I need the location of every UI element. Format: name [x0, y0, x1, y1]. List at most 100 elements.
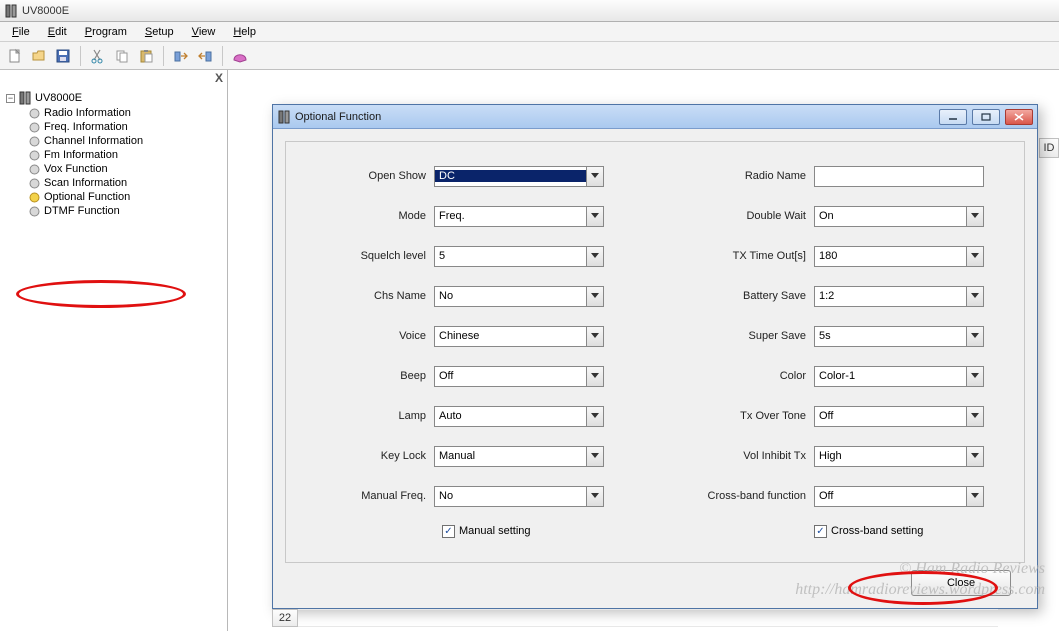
cross-band-function-label: Cross-band function [684, 490, 814, 502]
open-show-dropdown[interactable]: DC [434, 166, 604, 187]
color-label: Color [684, 370, 814, 382]
tx-over-tone-dropdown[interactable]: Off [814, 406, 984, 427]
battery-save-dropdown[interactable]: 1:2 [814, 286, 984, 307]
tree-node-label: Optional Function [44, 191, 130, 203]
mode-dropdown[interactable]: Freq. [434, 206, 604, 227]
node-icon [28, 107, 40, 119]
double-wait-dropdown[interactable]: On [814, 206, 984, 227]
super-save-dropdown[interactable]: 5s [814, 326, 984, 347]
toolbar-help-icon[interactable] [229, 45, 251, 67]
tx-over-tone-label: Tx Over Tone [684, 410, 814, 422]
tree-node-channel-information[interactable]: Channel Information [26, 134, 223, 148]
node-icon [28, 163, 40, 175]
app-title: UV8000E [22, 5, 69, 17]
dropdown-arrow-icon[interactable] [586, 247, 603, 266]
manual-freq-dropdown[interactable]: No [434, 486, 604, 507]
maximize-button[interactable] [972, 109, 1000, 125]
voice-value: Chinese [435, 330, 586, 342]
sidebar: X − UV8000E Radio Information Freq. Info… [0, 70, 228, 631]
mode-value: Freq. [435, 210, 586, 222]
dropdown-arrow-icon[interactable] [966, 367, 983, 386]
dropdown-arrow-icon[interactable] [966, 327, 983, 346]
lamp-dropdown[interactable]: Auto [434, 406, 604, 427]
menu-view[interactable]: View [184, 24, 224, 40]
toolbar-cut-icon[interactable] [87, 45, 109, 67]
dropdown-arrow-icon[interactable] [586, 487, 603, 506]
cross-band-setting-checkbox[interactable]: ✓ [814, 525, 827, 538]
dropdown-arrow-icon[interactable] [586, 367, 603, 386]
squelch-level-dropdown[interactable]: 5 [434, 246, 604, 267]
app-icon [4, 4, 18, 18]
tree-node-fm-information[interactable]: Fm Information [26, 148, 223, 162]
vol-inhibit-tx-value: High [815, 450, 966, 462]
open-show-label: Open Show [304, 170, 434, 182]
dropdown-arrow-icon[interactable] [966, 407, 983, 426]
tree-node-dtmf-function[interactable]: DTMF Function [26, 204, 223, 218]
color-dropdown[interactable]: Color-1 [814, 366, 984, 387]
menu-program[interactable]: Program [77, 24, 135, 40]
toolbar-open-icon[interactable] [28, 45, 50, 67]
child-window-titlebar[interactable]: Optional Function [273, 105, 1037, 129]
tree-collapse-icon[interactable]: − [6, 94, 15, 103]
double-wait-label: Double Wait [684, 210, 814, 222]
menu-setup[interactable]: Setup [137, 24, 182, 40]
toolbar-read-icon[interactable] [170, 45, 192, 67]
dropdown-arrow-icon[interactable] [586, 407, 603, 426]
close-window-button[interactable] [1005, 109, 1033, 125]
app-titlebar: UV8000E [0, 0, 1059, 22]
dropdown-arrow-icon[interactable] [586, 447, 603, 466]
menu-help[interactable]: Help [225, 24, 264, 40]
node-icon [28, 149, 40, 161]
grid-row-header[interactable]: 22 [272, 609, 298, 627]
dropdown-arrow-icon[interactable] [966, 287, 983, 306]
grid-row-body[interactable] [298, 609, 998, 627]
vol-inhibit-tx-label: Vol Inhibit Tx [684, 450, 814, 462]
toolbar-separator [163, 46, 164, 66]
tx-timeout-label: TX Time Out[s] [684, 250, 814, 262]
toolbar-copy-icon[interactable] [111, 45, 133, 67]
toolbar-new-icon[interactable] [4, 45, 26, 67]
radio-device-icon [18, 91, 32, 105]
sidebar-close-button[interactable]: X [215, 71, 223, 85]
dropdown-arrow-icon[interactable] [966, 247, 983, 266]
toolbar-paste-icon[interactable] [135, 45, 157, 67]
tree-node-vox-function[interactable]: Vox Function [26, 162, 223, 176]
tree-node-optional-function[interactable]: Optional Function [26, 190, 223, 204]
vol-inhibit-tx-dropdown[interactable]: High [814, 446, 984, 467]
close-button[interactable]: Close [911, 570, 1011, 596]
dropdown-arrow-icon[interactable] [586, 207, 603, 226]
minimize-button[interactable] [939, 109, 967, 125]
tree-node-radio-information[interactable]: Radio Information [26, 106, 223, 120]
dropdown-arrow-icon[interactable] [966, 207, 983, 226]
cross-band-function-dropdown[interactable]: Off [814, 486, 984, 507]
beep-dropdown[interactable]: Off [434, 366, 604, 387]
manual-freq-value: No [435, 490, 586, 502]
tree-root-node[interactable]: − UV8000E [4, 90, 223, 106]
chs-name-label: Chs Name [304, 290, 434, 302]
chs-name-dropdown[interactable]: No [434, 286, 604, 307]
color-value: Color-1 [815, 370, 966, 382]
voice-dropdown[interactable]: Chinese [434, 326, 604, 347]
node-icon [28, 177, 40, 189]
tree-node-label: Radio Information [44, 107, 131, 119]
node-icon [28, 121, 40, 133]
dropdown-arrow-icon[interactable] [586, 327, 603, 346]
manual-setting-checkbox[interactable]: ✓ [442, 525, 455, 538]
menu-file[interactable]: File [4, 24, 38, 40]
optional-function-window: Optional Function Open Show DC [272, 104, 1038, 609]
key-lock-dropdown[interactable]: Manual [434, 446, 604, 467]
settings-groupbox: Open Show DC Radio Name [285, 141, 1025, 563]
dropdown-arrow-icon[interactable] [586, 167, 603, 186]
radio-name-input[interactable] [814, 166, 984, 187]
toolbar-save-icon[interactable] [52, 45, 74, 67]
dropdown-arrow-icon[interactable] [966, 487, 983, 506]
dropdown-arrow-icon[interactable] [966, 447, 983, 466]
dropdown-arrow-icon[interactable] [586, 287, 603, 306]
radio-name-label: Radio Name [684, 170, 814, 182]
tree-node-scan-information[interactable]: Scan Information [26, 176, 223, 190]
grid-header-id[interactable]: ID [1039, 138, 1059, 158]
tree-node-freq-information[interactable]: Freq. Information [26, 120, 223, 134]
menu-edit[interactable]: Edit [40, 24, 75, 40]
toolbar-write-icon[interactable] [194, 45, 216, 67]
tx-timeout-dropdown[interactable]: 180 [814, 246, 984, 267]
